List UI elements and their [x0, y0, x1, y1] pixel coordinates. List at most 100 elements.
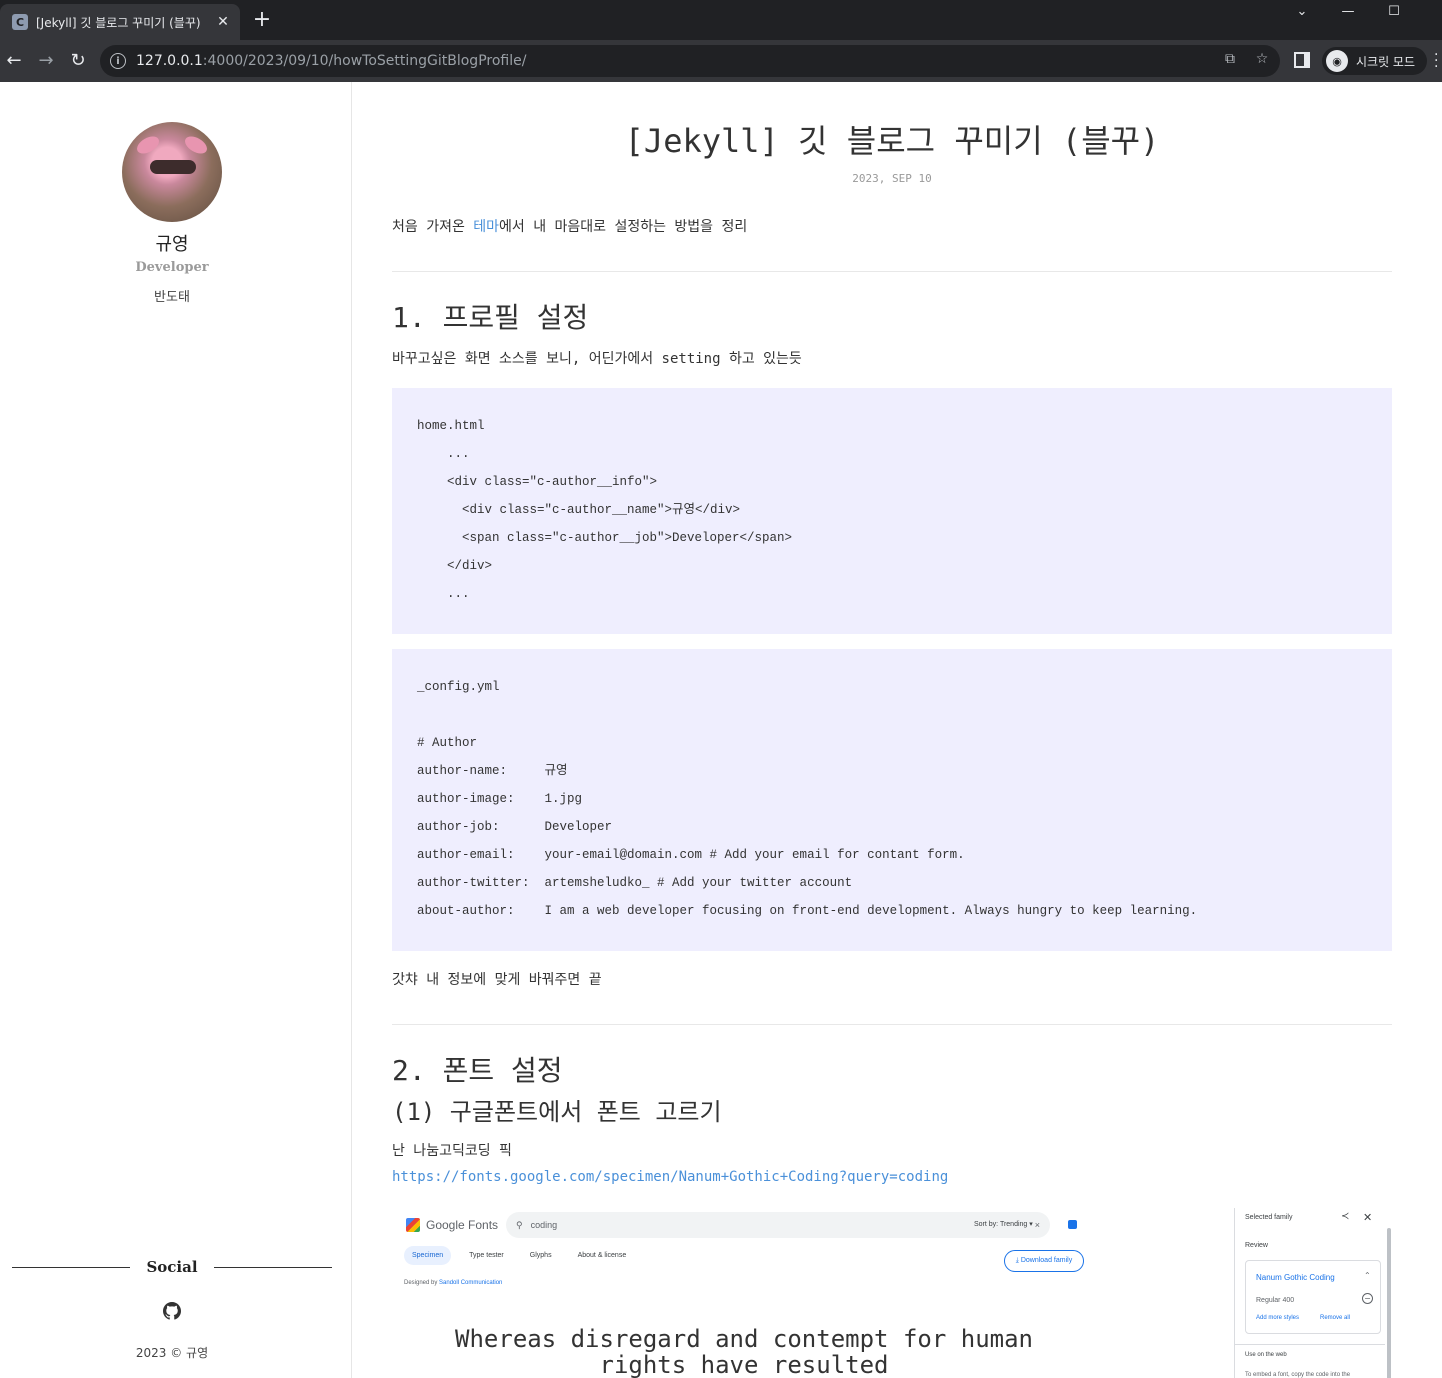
remove-style-icon: −: [1362, 1293, 1373, 1304]
chevron-up-icon: ⌃: [1364, 1271, 1371, 1280]
url-host: 127.0.0.1: [136, 53, 203, 69]
logo-text: Google Fonts: [426, 1218, 499, 1232]
gf-family-name: Nanum Gothic Coding: [1256, 1273, 1335, 1282]
code-block-home: home.html ... <div class="c-author__info…: [392, 388, 1392, 634]
theme-link[interactable]: 테마: [473, 219, 499, 235]
translate-icon[interactable]: ⧉: [1220, 51, 1240, 67]
gf-sort: Sort by: Trending ▾: [974, 1221, 1033, 1228]
incognito-indicator[interactable]: ◉ 시크릿 모드: [1322, 47, 1428, 75]
gf-sample-text: Whereas disregard and contempt for human…: [455, 1325, 1033, 1378]
section1-heading: 1. 프로필 설정: [392, 301, 589, 334]
reload-icon[interactable]: ↻: [66, 49, 90, 73]
section2-heading: 2. 폰트 설정: [392, 1054, 563, 1087]
author-job: Developer: [135, 260, 209, 275]
shopping-bag-icon: [1068, 1220, 1077, 1229]
browser-tab-active[interactable]: C [Jekyll] 깃 블로그 꾸미기 (블꾸) ✕: [0, 4, 240, 40]
code-line: </div>: [417, 559, 493, 573]
intro-text-after: 에서 내 마음대로 설정하는 방법을 정리: [499, 219, 748, 235]
gf-add-styles: Add more styles: [1256, 1315, 1300, 1321]
author-name: 규영: [155, 234, 189, 255]
google-fonts-logo: Google Fonts: [406, 1218, 498, 1232]
gf-selected-family-panel: Selected family ≺ ✕ Review Nanum Gothic …: [1234, 1208, 1392, 1378]
code-line: about-author: I am a web developer focus…: [417, 904, 1198, 918]
incognito-label: 시크릿 모드: [1356, 54, 1416, 69]
gf-tab-type-tester: Type tester: [469, 1252, 504, 1259]
gf-embed-hint: To embed a font, copy the code into the: [1245, 1372, 1351, 1378]
browser-menu-icon[interactable]: · · ·: [1434, 48, 1442, 74]
tab-search-chevron-icon[interactable]: ⌄: [1282, 0, 1322, 24]
code-line: <span class="c-author__job">Developer</s…: [417, 531, 793, 545]
social-title: Social: [146, 1258, 198, 1276]
code-line: ...: [417, 447, 470, 461]
bookmark-star-icon[interactable]: ☆: [1252, 51, 1272, 67]
side-panel-icon[interactable]: [1294, 52, 1310, 68]
browser-toolbar: ← → ↻ i 127.0.0.1:4000/2023/09/10/howToS…: [0, 40, 1442, 82]
google-fonts-screenshot: Google Fonts ⚲ coding × Sort by: Trendin…: [392, 1208, 1392, 1378]
browser-tabbar: C [Jekyll] 깃 블로그 꾸미기 (블꾸) ✕ + ⌄ — ☐: [0, 0, 1442, 40]
post-title: [Jekyll] 깃 블로그 꾸미기 (블꾸): [624, 122, 1160, 160]
close-tab-icon[interactable]: ✕: [214, 14, 232, 30]
site-info-icon[interactable]: i: [110, 53, 126, 69]
code-line: _config.yml: [417, 680, 500, 694]
search-icon: ⚲: [516, 1219, 523, 1230]
gf-tabs: Specimen Type tester Glyphs About & lice…: [404, 1246, 634, 1265]
section1-after-text: 갓챠 내 정보에 맞게 바꿔주면 끝: [392, 972, 602, 988]
minimize-icon[interactable]: —: [1328, 0, 1368, 24]
code-line: author-email: your-email@domain.com # Ad…: [417, 848, 965, 862]
code-line: author-twitter: artemsheludko_ # Add you…: [417, 876, 853, 890]
gf-panel-title: Selected family: [1245, 1214, 1293, 1221]
gf-panel-scrollbar: [1387, 1228, 1391, 1378]
clear-icon: ×: [1034, 1220, 1040, 1230]
gf-search-bar: ⚲ coding ×: [506, 1212, 1050, 1238]
gf-designer: Designed by Sandoll Communication: [404, 1280, 502, 1286]
gf-designer-prefix: Designed by: [404, 1280, 440, 1286]
new-tab-icon[interactable]: +: [250, 8, 274, 32]
close-icon: ✕: [1363, 1211, 1373, 1224]
author-info: 반도태: [154, 290, 190, 305]
github-icon[interactable]: [163, 1302, 181, 1320]
gf-remove-all: Remove all: [1320, 1315, 1351, 1321]
maximize-icon[interactable]: ☐: [1374, 0, 1414, 24]
code-line: author-name: 규영: [417, 764, 568, 778]
back-icon[interactable]: ←: [2, 49, 26, 73]
code-line: <div class="c-author__info">: [417, 475, 658, 489]
gf-review-label: Review: [1245, 1242, 1268, 1249]
gf-style-label: Regular 400: [1256, 1297, 1295, 1304]
gf-tab-about: About & license: [577, 1252, 627, 1259]
gf-family-card: Nanum Gothic Coding ⌃ Regular 400 − Add …: [1245, 1260, 1381, 1334]
code-block-config: _config.yml # Author author-name: 규영 aut…: [392, 649, 1392, 951]
section1-text: 바꾸고싶은 화면 소스를 보니, 어딘가에서 setting 하고 있는듯: [392, 351, 802, 367]
intro-text-before: 처음 가져온: [392, 219, 474, 235]
favicon-icon: C: [12, 14, 28, 30]
post-container: [Jekyll] 깃 블로그 꾸미기 (블꾸) 2023, SEP 10 처음 …: [372, 102, 1412, 1378]
gf-tab-specimen: Specimen: [404, 1246, 452, 1265]
forward-icon[interactable]: →: [34, 49, 58, 73]
address-bar[interactable]: i 127.0.0.1:4000/2023/09/10/howToSetting…: [100, 45, 1280, 77]
url-path: :4000/2023/09/10/howToSettingGitBlogProf…: [202, 53, 527, 69]
google-fonts-link[interactable]: https://fonts.google.com/specimen/Nanum+…: [392, 1169, 948, 1185]
gf-web-label: Use on the web: [1245, 1352, 1287, 1358]
section2-text: 난 나눔고딕코딩 픽: [392, 1143, 512, 1159]
gf-designer-name: Sandoll Communication: [439, 1280, 503, 1286]
tab-title: [Jekyll] 깃 블로그 꾸미기 (블꾸): [36, 15, 201, 30]
code-line: <div class="c-author__name">규영</div>: [417, 503, 741, 517]
code-line: author-job: Developer: [417, 820, 613, 834]
section-divider: [392, 1024, 1392, 1025]
gf-panel-divider: [1235, 1344, 1385, 1345]
section2-subheading: (1) 구글폰트에서 폰트 고르기: [392, 1098, 722, 1126]
avatar: [122, 122, 222, 222]
gf-download-button: ⤓ Download family: [1004, 1250, 1084, 1272]
code-line: ...: [417, 587, 470, 601]
code-line: home.html: [417, 419, 485, 433]
copyright: 2023 © 규영: [135, 1346, 209, 1360]
share-icon: ≺: [1341, 1211, 1350, 1222]
section-divider: [392, 271, 1392, 272]
incognito-icon: ◉: [1326, 50, 1348, 72]
post-intro: 처음 가져온 테마에서 내 마음대로 설정하는 방법을 정리: [392, 216, 747, 236]
gf-search-query: coding: [530, 1220, 558, 1230]
google-fonts-mark-icon: [406, 1218, 420, 1232]
code-line: author-image: 1.jpg: [417, 792, 605, 806]
author-sidebar: 규영 Developer 반도태 Social 2023 © 규영: [0, 82, 352, 1378]
gf-tab-glyphs: Glyphs: [529, 1252, 552, 1259]
